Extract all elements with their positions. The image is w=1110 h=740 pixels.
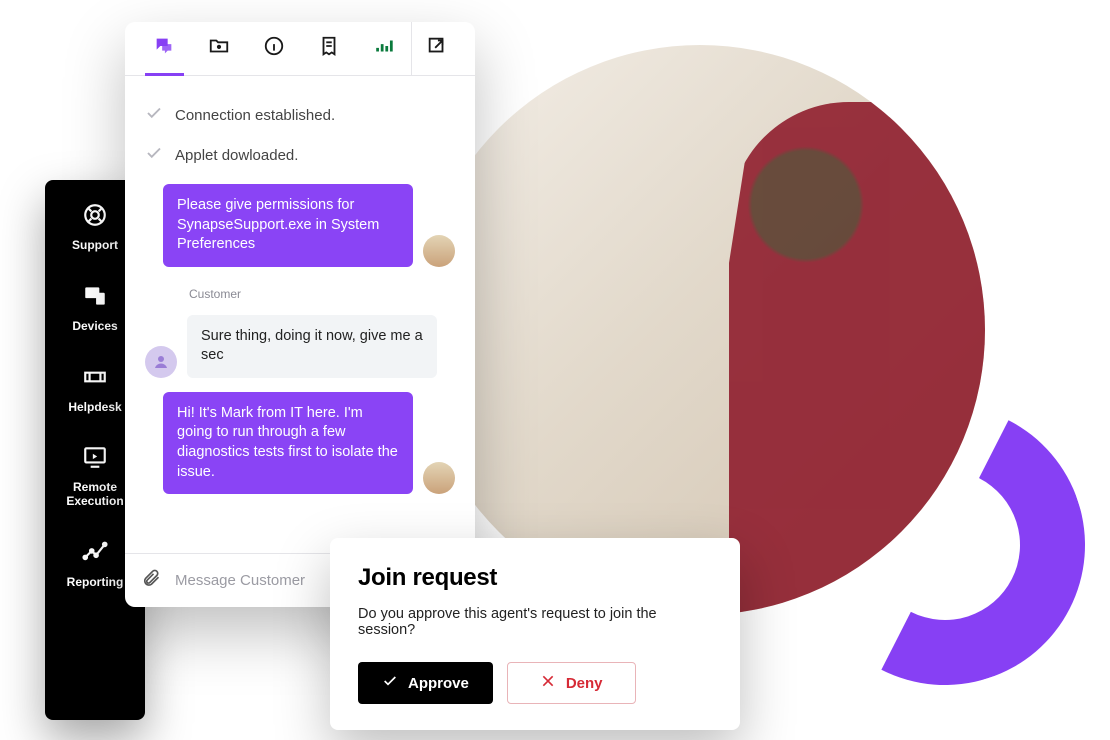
- tab-files[interactable]: [192, 22, 247, 75]
- customer-label: Customer: [189, 287, 455, 301]
- agent-avatar: [423, 235, 455, 267]
- join-title: Join request: [358, 564, 712, 592]
- customer-avatar: [145, 346, 177, 378]
- chat-panel: Connection established. Applet dowloaded…: [125, 22, 475, 607]
- chat-tabs: [125, 22, 475, 76]
- sidebar-item-label: Remote Execution: [66, 481, 123, 509]
- sidebar-item-label: Helpdesk: [68, 401, 121, 415]
- sidebar-item-label: Reporting: [67, 576, 124, 590]
- devices-icon: [82, 283, 108, 314]
- hero-photo: [415, 45, 985, 615]
- tab-notes[interactable]: [301, 22, 356, 75]
- status-text: Connection established.: [175, 107, 335, 124]
- agent-avatar: [423, 462, 455, 494]
- tab-popout[interactable]: [411, 22, 463, 75]
- approve-label: Approve: [408, 675, 469, 692]
- tab-chat[interactable]: [137, 22, 192, 75]
- check-icon: [382, 673, 398, 693]
- check-icon: [145, 144, 163, 166]
- notes-icon: [318, 35, 340, 62]
- message-row: Sure thing, doing it now, give me a sec: [145, 315, 455, 378]
- remote-exec-icon: [82, 444, 108, 475]
- status-text: Applet dowloaded.: [175, 147, 298, 164]
- message-row: Please give permissions for SynapseSuppo…: [145, 184, 455, 267]
- folder-icon: [208, 35, 230, 62]
- deny-button[interactable]: Deny: [507, 662, 636, 704]
- sidebar-item-label: Devices: [72, 320, 117, 334]
- tab-info[interactable]: [247, 22, 302, 75]
- join-body: Do you approve this agent's request to j…: [358, 606, 712, 638]
- status-line: Applet dowloaded.: [145, 144, 455, 166]
- info-icon: [263, 35, 285, 62]
- lifebuoy-icon: [82, 202, 108, 233]
- join-request-card: Join request Do you approve this agent's…: [330, 538, 740, 730]
- analytics-icon: [373, 35, 395, 62]
- agent-message: Hi! It's Mark from IT here. I'm going to…: [163, 392, 413, 494]
- customer-message: Sure thing, doing it now, give me a sec: [187, 315, 437, 378]
- join-actions: Approve Deny: [358, 662, 712, 704]
- status-line: Connection established.: [145, 104, 455, 126]
- approve-button[interactable]: Approve: [358, 662, 493, 704]
- sidebar-item-label: Support: [72, 239, 118, 253]
- attachment-icon[interactable]: [141, 568, 161, 593]
- check-icon: [145, 104, 163, 126]
- reporting-icon: [82, 539, 108, 570]
- agent-message: Please give permissions for SynapseSuppo…: [163, 184, 413, 267]
- chat-messages: Connection established. Applet dowloaded…: [125, 76, 475, 553]
- ticket-icon: [82, 364, 108, 395]
- popout-icon: [426, 35, 448, 62]
- close-icon: [540, 673, 556, 693]
- tab-analytics[interactable]: [356, 22, 411, 75]
- chat-icon: [153, 35, 175, 62]
- message-row: Hi! It's Mark from IT here. I'm going to…: [145, 392, 455, 494]
- deny-label: Deny: [566, 675, 603, 692]
